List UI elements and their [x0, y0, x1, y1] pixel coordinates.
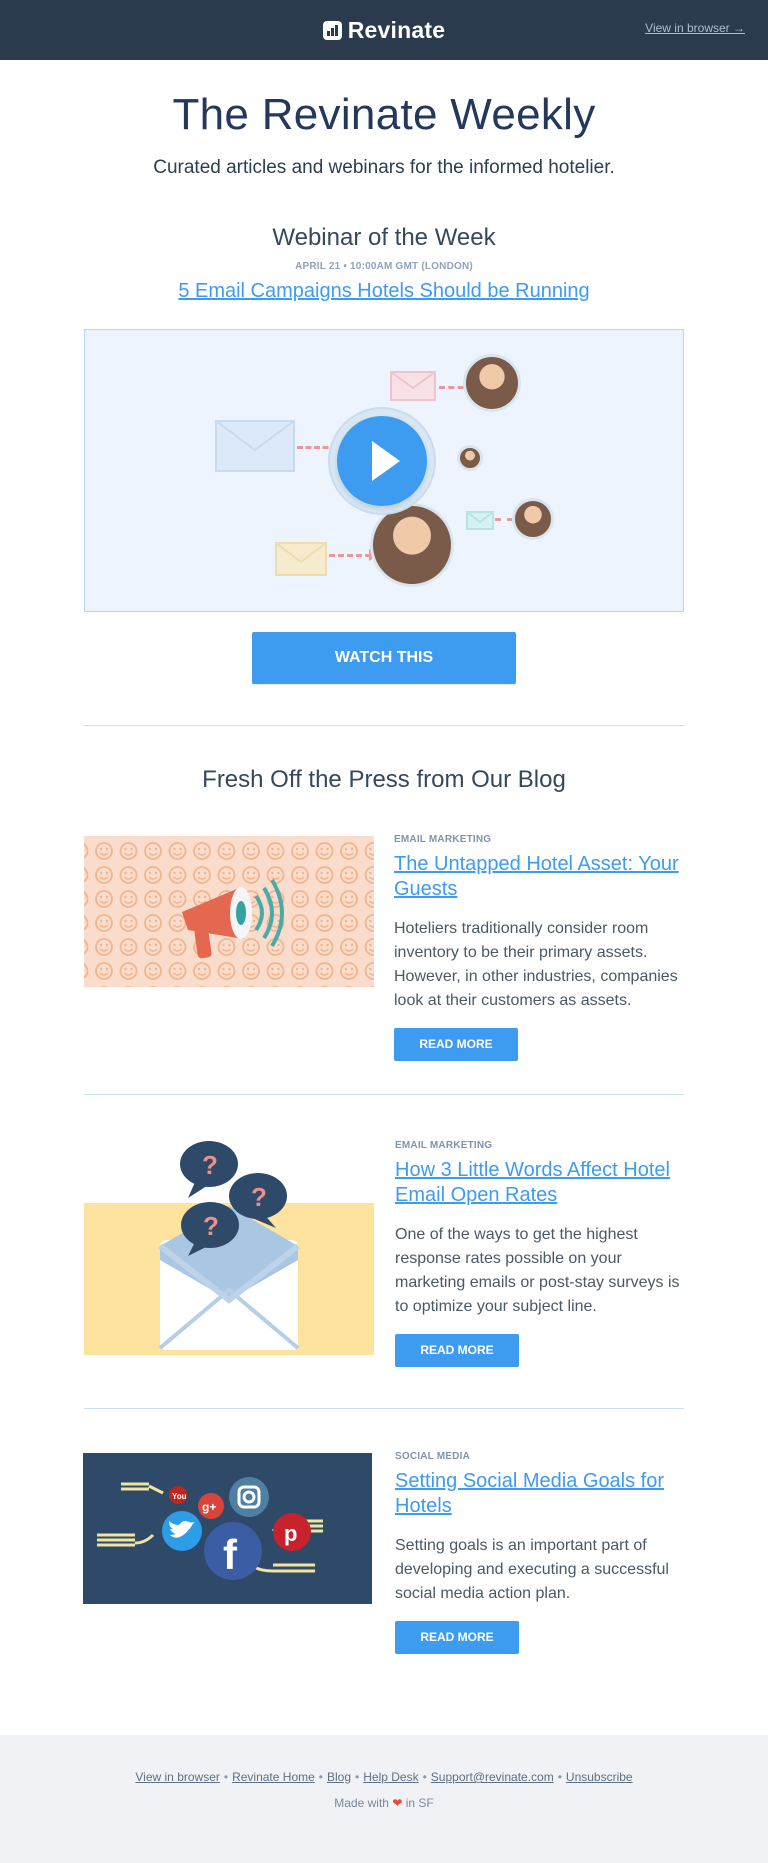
read-more-button[interactable]: READ MORE [394, 1027, 518, 1061]
play-icon[interactable] [337, 415, 427, 506]
article-thumbnail[interactable]: ? ? ? [84, 1140, 374, 1355]
guest-avatar [370, 502, 454, 587]
article-title-link[interactable]: Setting Social Media Goals for Hotels [395, 1469, 685, 1519]
separator: • [318, 1770, 323, 1784]
blog-section-title: Fresh Off the Press from Our Blog [202, 765, 566, 793]
article-category: EMAIL MARKETING [394, 833, 492, 845]
guest-avatar [457, 444, 483, 471]
brand-name: Revinate [347, 16, 446, 43]
read-more-button[interactable]: READ MORE [395, 1333, 519, 1367]
top-bar: Revinate View in browser → [0, 0, 768, 60]
bar-chart-icon [322, 20, 342, 40]
envelope-icon [390, 370, 436, 401]
article-title-link[interactable]: How 3 Little Words Affect Hotel Email Op… [395, 1158, 685, 1208]
envelope-icon: ? ? ? [84, 1140, 374, 1355]
svg-text:?: ? [251, 1182, 267, 1212]
envelope-icon [215, 419, 295, 472]
footer-support-email-link[interactable]: Support@revinate.com [431, 1770, 554, 1784]
webinar-date-time: APRIL 21 • 10:00AM GMT (LONDON) [295, 260, 473, 272]
made-suffix: in SF [405, 1796, 434, 1810]
separator: • [422, 1770, 427, 1784]
article-category: EMAIL MARKETING [395, 1139, 493, 1151]
article-body: EMAIL MARKETING The Untapped Hotel Asset… [394, 834, 684, 1061]
article-thumbnail[interactable]: You g+ f p [83, 1452, 372, 1604]
svg-text:p: p [284, 1521, 297, 1546]
heart-icon: ❤ [392, 1796, 403, 1810]
webinar-title-link[interactable]: 5 Email Campaigns Hotels Should be Runni… [0, 280, 768, 303]
divider [84, 724, 684, 726]
article-excerpt: One of the ways to get the highest respo… [395, 1225, 680, 1315]
footer-blog-link[interactable]: Blog [327, 1770, 351, 1784]
made-prefix: Made with [334, 1796, 389, 1810]
footer-links: View in browser • Revinate Home • Blog • Help … [0, 1770, 768, 1784]
svg-text:You: You [172, 1492, 187, 1501]
svg-text:f: f [223, 1531, 238, 1578]
social-network-icon: You g+ f p [97, 1476, 323, 1580]
blog-article: You g+ f p SOCIAL MEDIA Setting Social M… [83, 1451, 685, 1726]
newsletter-subtitle: Curated articles and webinars for the in… [153, 156, 615, 178]
article-excerpt: Setting goals is an important part of de… [395, 1536, 669, 1602]
svg-text:g+: g+ [202, 1500, 216, 1514]
svg-text:?: ? [202, 1150, 218, 1180]
megaphone-icon [84, 835, 374, 987]
envelope-icon [466, 510, 494, 530]
footer-revinate-home-link[interactable]: Revinate Home [232, 1770, 315, 1784]
article-thumbnail[interactable] [84, 835, 374, 987]
made-with-love: Made with ❤ in SF [0, 1796, 768, 1810]
separator: • [355, 1770, 360, 1784]
connector-line [495, 517, 513, 521]
separator: • [557, 1770, 562, 1784]
read-more-button[interactable]: READ MORE [395, 1620, 519, 1654]
svg-text:?: ? [203, 1211, 219, 1241]
watch-webinar-button[interactable]: WATCH THIS [252, 631, 516, 684]
footer-help-desk-link[interactable]: Help Desk [363, 1770, 418, 1784]
connector-line [329, 553, 371, 557]
footer-unsubscribe-link[interactable]: Unsubscribe [566, 1770, 633, 1784]
guest-avatar [463, 353, 521, 412]
article-title-link[interactable]: The Untapped Hotel Asset: Your Guests [394, 852, 684, 902]
article-category: SOCIAL MEDIA [395, 1450, 470, 1462]
blog-article: ? ? ? EMAIL MARKETING How 3 Little Words… [84, 1140, 684, 1415]
envelope-icon [275, 541, 327, 576]
footer-view-in-browser-link[interactable]: View in browser [135, 1770, 219, 1784]
separator: • [223, 1770, 229, 1784]
newsletter-title: The Revinate Weekly [172, 90, 596, 139]
blog-article: EMAIL MARKETING The Untapped Hotel Asset… [84, 834, 684, 1109]
webinar-section-title: Webinar of the Week [272, 223, 496, 251]
article-body: SOCIAL MEDIA Setting Social Media Goals … [395, 1451, 685, 1654]
article-excerpt: Hoteliers traditionally consider room in… [394, 919, 678, 1009]
article-body: EMAIL MARKETING How 3 Little Words Affec… [395, 1140, 685, 1367]
guest-avatar [512, 497, 554, 540]
view-in-browser-link[interactable]: View in browser → [645, 21, 745, 35]
webinar-video-thumbnail[interactable] [84, 328, 684, 612]
footer: View in browser • Revinate Home • Blog • Help … [0, 1735, 768, 1863]
